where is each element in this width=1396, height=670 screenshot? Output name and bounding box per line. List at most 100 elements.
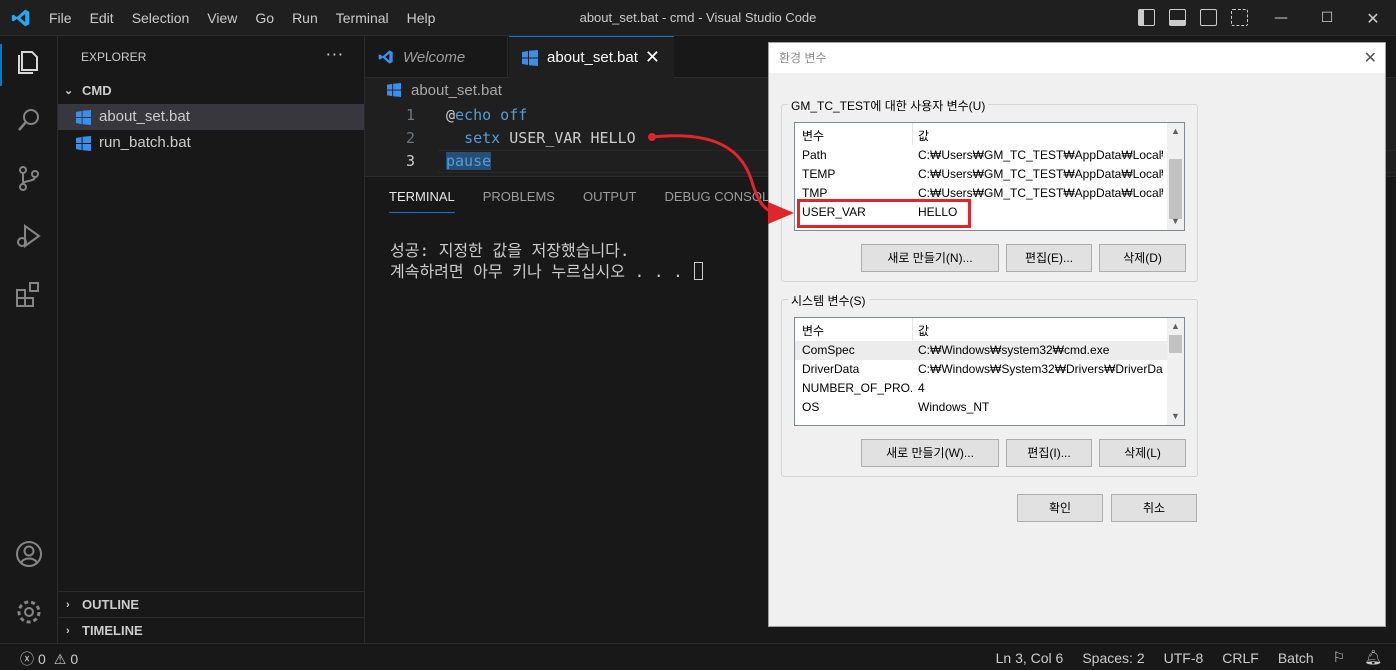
list-item[interactable]: OS Windows_NT <box>795 398 1167 417</box>
scroll-down-icon[interactable]: ▼ <box>1167 213 1184 230</box>
terminal-output[interactable]: 성공: 지정한 값을 저장했습니다. 계속하려면 아무 키나 누르십시오 . . … <box>390 240 704 282</box>
tab-about-set[interactable]: about_set.bat ✕ <box>509 36 674 78</box>
activity-bar <box>0 36 58 643</box>
notifications-bell-icon[interactable]: 🔔︎ <box>1364 649 1382 666</box>
line-number: 1 <box>405 106 415 124</box>
var-name: OS <box>802 400 820 414</box>
menu-file[interactable]: File <box>40 10 81 26</box>
tab-welcome[interactable]: Welcome <box>365 36 508 78</box>
cursor-position[interactable]: Ln 3, Col 6 <box>996 650 1064 666</box>
scroll-thumb[interactable] <box>1169 335 1182 353</box>
dialog-title: 환경 변수 <box>769 43 1385 73</box>
windows-file-icon <box>522 50 538 66</box>
dialog-close-icon[interactable]: ✕ <box>1364 48 1377 68</box>
file-label: about_set.bat <box>99 108 190 125</box>
list-item[interactable]: NUMBER_OF_PRO... 4 <box>795 379 1167 398</box>
var-name: Path <box>802 148 827 162</box>
tab-output[interactable]: OUTPUT <box>583 189 636 213</box>
end-of-line[interactable]: CRLF <box>1222 650 1259 666</box>
vertical-scrollbar[interactable]: ▲ ▼ <box>1167 318 1184 425</box>
column-variable[interactable]: 변수 <box>802 322 824 339</box>
customize-layout-icon[interactable] <box>1231 9 1248 26</box>
column-value[interactable]: 값 <box>918 322 929 339</box>
indentation[interactable]: Spaces: 2 <box>1082 650 1144 666</box>
var-value: C:₩Users₩GM_TC_TEST₩AppData₩Local₩... <box>918 148 1163 162</box>
extensions-icon[interactable] <box>13 278 45 310</box>
var-name: ComSpec <box>802 343 855 357</box>
menu-go[interactable]: Go <box>246 10 283 26</box>
search-icon[interactable] <box>13 104 45 136</box>
source-control-icon[interactable] <box>13 162 45 194</box>
settings-gear-icon[interactable] <box>13 596 45 628</box>
user-new-button[interactable]: 새로 만들기(N)... <box>861 244 999 272</box>
window-close-button[interactable]: ✕ <box>1350 0 1396 36</box>
breadcrumb[interactable]: about_set.bat <box>387 80 502 102</box>
tab-problems[interactable]: PROBLEMS <box>483 189 555 213</box>
var-name: TEMP <box>802 167 836 181</box>
toggle-panel-icon[interactable] <box>1169 9 1186 26</box>
problems-status[interactable]: ⓧ 0 ⚠ 0 <box>20 649 78 669</box>
terminal-cursor <box>694 262 704 280</box>
code-text: pause <box>446 150 492 173</box>
menu-run[interactable]: Run <box>283 10 327 26</box>
ok-button[interactable]: 확인 <box>1017 494 1103 522</box>
scroll-thumb[interactable] <box>1169 159 1182 219</box>
system-edit-button[interactable]: 편집(I)... <box>1006 439 1092 467</box>
vertical-scrollbar[interactable]: ▲ ▼ <box>1167 123 1184 230</box>
list-item[interactable]: TEMP C:₩Users₩GM_TC_TEST₩AppData₩Local₩T.… <box>795 165 1167 184</box>
active-indicator <box>0 44 2 86</box>
var-name: NUMBER_OF_PRO... <box>802 381 912 395</box>
user-delete-button[interactable]: 삭제(D) <box>1099 244 1186 272</box>
tab-terminal[interactable]: TERMINAL <box>389 189 455 213</box>
group-label: GM_TC_TEST에 대한 사용자 변수(U) <box>788 97 989 114</box>
folder-name: CMD <box>82 83 112 98</box>
list-item[interactable]: ComSpec C:₩Windows₩system32₩cmd.exe <box>795 341 1167 360</box>
toggle-sidebar-icon[interactable] <box>1138 9 1155 26</box>
toggle-secondary-sidebar-icon[interactable] <box>1200 9 1217 26</box>
file-item-about-set[interactable]: about_set.bat <box>58 104 364 130</box>
vscode-logo-icon <box>11 9 30 27</box>
close-tab-icon[interactable]: ✕ <box>645 47 660 68</box>
chevron-right-icon: › <box>66 625 70 637</box>
vscode-logo-icon <box>378 50 393 64</box>
menu-selection[interactable]: Selection <box>123 10 199 26</box>
more-actions-icon[interactable]: ··· <box>326 45 344 64</box>
minimize-button[interactable]: — <box>1258 0 1304 36</box>
user-edit-button[interactable]: 편집(E)... <box>1006 244 1092 272</box>
scroll-up-icon[interactable]: ▲ <box>1167 123 1184 140</box>
code-text: @echo off <box>446 104 527 127</box>
scroll-down-icon[interactable]: ▼ <box>1167 408 1184 425</box>
list-item[interactable]: DriverData C:₩Windows₩System32₩Drivers₩Dr… <box>795 360 1167 379</box>
menu-bar: File Edit Selection View Go Run Terminal… <box>40 0 444 36</box>
menu-help[interactable]: Help <box>398 10 445 26</box>
timeline-section[interactable]: › TIMELINE <box>58 617 364 643</box>
system-delete-button[interactable]: 삭제(L) <box>1099 439 1186 467</box>
var-value: C:₩Windows₩System32₩Drivers₩DriverData <box>918 362 1163 376</box>
scroll-up-icon[interactable]: ▲ <box>1167 318 1184 335</box>
list-header: 변수 값 <box>795 318 1184 340</box>
outline-section[interactable]: › OUTLINE <box>58 591 364 617</box>
system-variables-list[interactable]: 변수 값 ComSpec C:₩Windows₩system32₩cmd.exe … <box>794 317 1185 426</box>
explorer-sidebar: EXPLORER ··· ⌄ CMD about_set.bat run_bat… <box>58 36 365 643</box>
menu-edit[interactable]: Edit <box>81 10 123 26</box>
file-label: run_batch.bat <box>99 134 191 151</box>
menu-terminal[interactable]: Terminal <box>327 10 398 26</box>
list-item[interactable]: Path C:₩Users₩GM_TC_TEST₩AppData₩Local₩..… <box>795 146 1167 165</box>
system-new-button[interactable]: 새로 만들기(W)... <box>861 439 999 467</box>
column-value[interactable]: 값 <box>918 127 929 144</box>
warning-count: 0 <box>70 651 79 667</box>
folder-cmd[interactable]: ⌄ CMD <box>58 80 364 102</box>
chevron-right-icon: › <box>66 599 70 611</box>
feedback-icon[interactable]: ⚐ <box>1333 649 1346 666</box>
maximize-button[interactable]: ☐ <box>1304 0 1350 36</box>
encoding[interactable]: UTF-8 <box>1164 650 1204 666</box>
file-item-run-batch[interactable]: run_batch.bat <box>58 130 364 156</box>
account-icon[interactable] <box>13 538 45 570</box>
cancel-button[interactable]: 취소 <box>1111 494 1197 522</box>
language-mode[interactable]: Batch <box>1278 650 1314 666</box>
explorer-icon[interactable] <box>13 46 45 78</box>
column-variable[interactable]: 변수 <box>802 127 824 144</box>
menu-view[interactable]: View <box>198 10 246 26</box>
run-debug-icon[interactable] <box>13 220 45 252</box>
annotation-arrow-icon <box>648 133 794 224</box>
